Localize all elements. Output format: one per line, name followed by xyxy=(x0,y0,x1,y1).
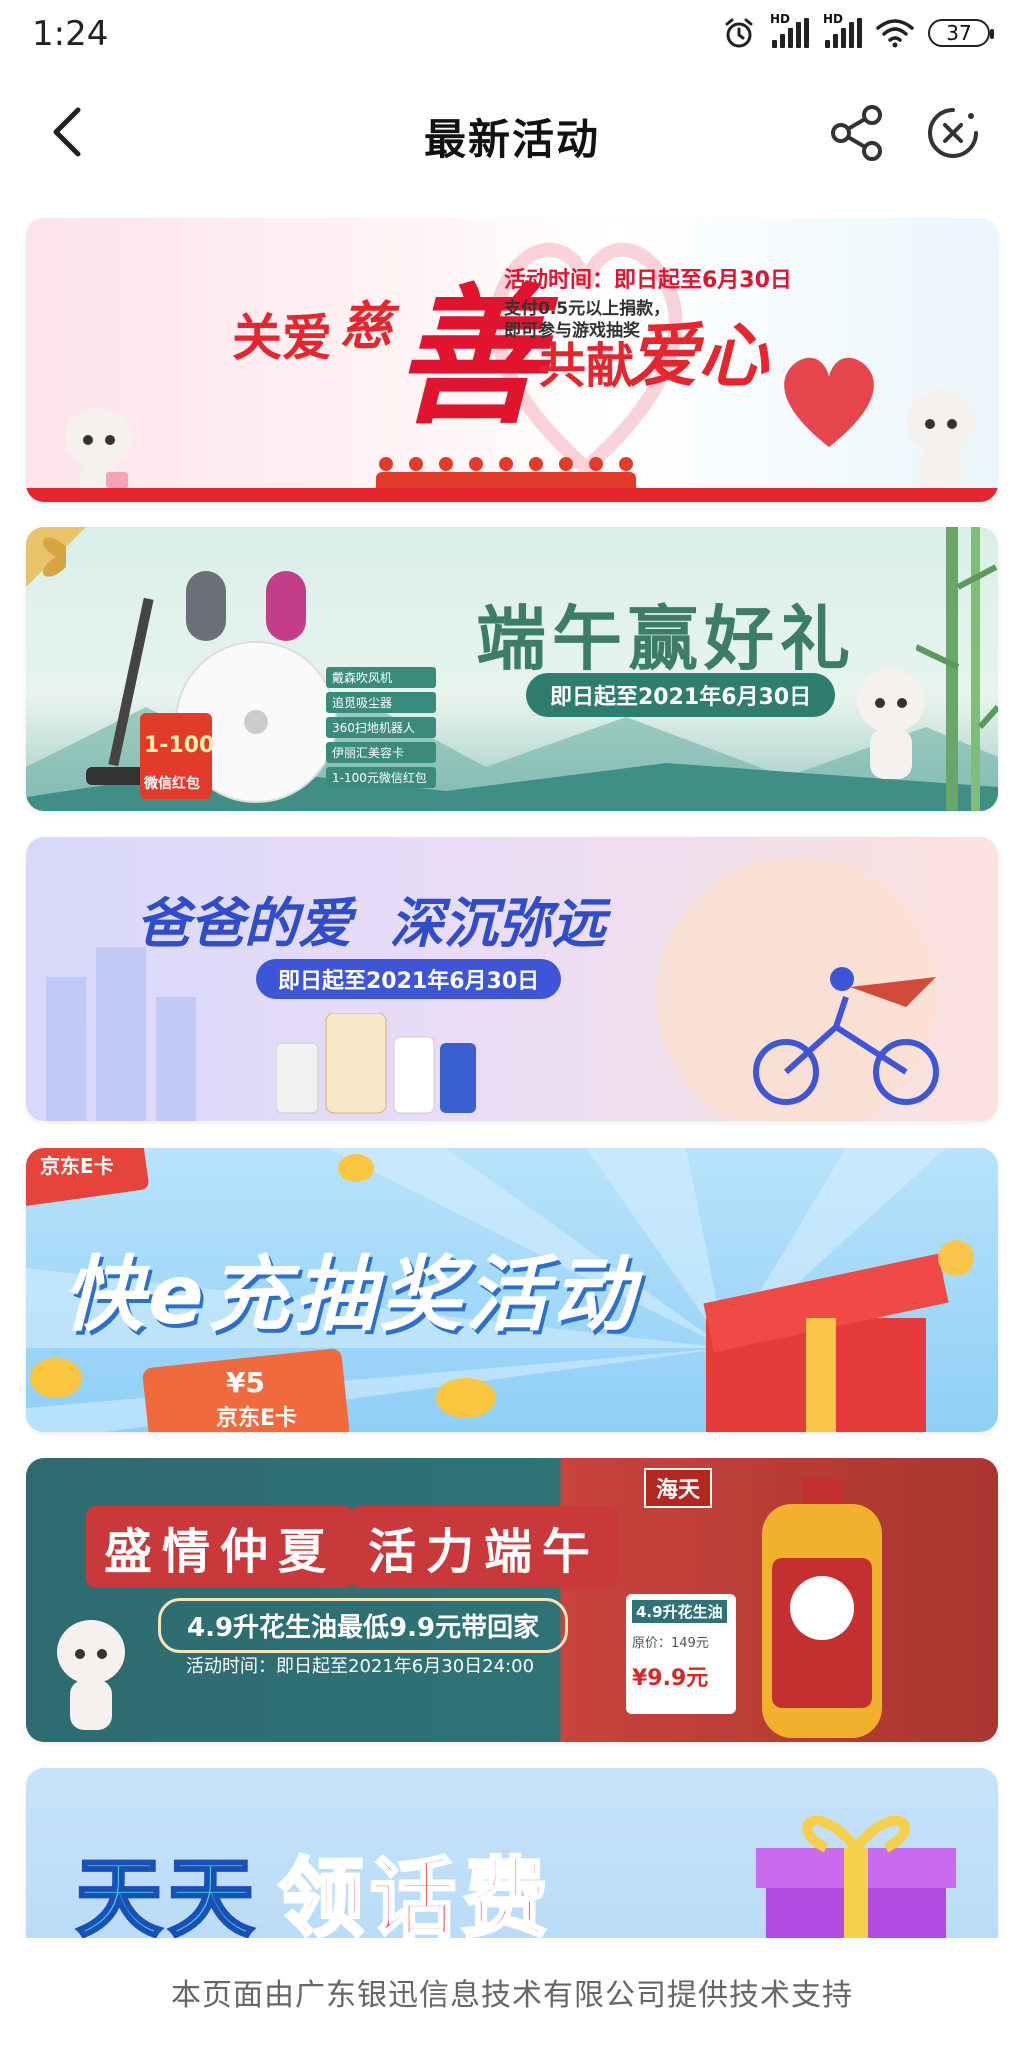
prize-item: 360扫地机器人 xyxy=(326,717,436,738)
phone-credit-title-a: 天天 xyxy=(75,1848,260,1951)
charity-title-mid1: 慈 xyxy=(340,297,393,357)
haitian-time: 活动时间：即日起至2021年6月30日24:00 xyxy=(186,1656,535,1677)
prize-item: 1-100元微信红包 xyxy=(326,767,436,788)
prize-item: 追觅吸尘器 xyxy=(326,692,436,713)
mascot-left xyxy=(57,1620,125,1730)
banner-charity[interactable]: 关爱 慈 善 共献 爱心 活动时间：即日起至6月30日 支付0.5元以上捐款， … xyxy=(26,218,998,502)
peanut-oil-bottle xyxy=(762,1478,882,1738)
prize-item: 戴森吹风机 xyxy=(326,667,436,688)
hd-label-2: HD xyxy=(823,12,844,26)
prize-list: 戴森吹风机 追觅吸尘器 360扫地机器人 伊丽汇美容卡 1-100元微信红包 xyxy=(326,667,436,792)
haitian-subtitle: 4.9升花生油最低9.9元带回家 xyxy=(158,1598,569,1653)
cyclist-silhouette xyxy=(753,967,939,1105)
products-group xyxy=(276,1013,476,1114)
red-packet-label: 微信红包 xyxy=(144,776,200,792)
banner-e-charge-lottery[interactable]: 京东E卡 快e充抽奖活动 ¥5 京东E卡 xyxy=(26,1148,998,1432)
hd-label: HD xyxy=(770,12,791,26)
banner-dragon-boat-gifts[interactable]: 1-100 微信红包 戴森吹风机 追觅吸尘器 360扫地机器人 伊丽汇美容卡 1… xyxy=(26,527,998,811)
alarm-icon xyxy=(725,18,753,48)
close-mini-program-icon[interactable] xyxy=(924,104,982,162)
signal-icon: HD xyxy=(770,12,809,48)
status-time: 1:24 xyxy=(32,14,109,54)
wifi-icon xyxy=(876,19,914,48)
coins-decoration xyxy=(30,1154,496,1418)
charity-date: 活动时间：即日起至6月30日 xyxy=(504,268,792,293)
fathers-day-date: 即日起至2021年6月30日 xyxy=(256,959,562,999)
footer-text: 本页面由广东银迅信息技术有限公司提供技术支持 xyxy=(171,1978,853,2013)
charity-line3: 即可参与游戏抽奖 xyxy=(504,321,640,341)
share-icon[interactable] xyxy=(826,102,888,164)
prize-item: 伊丽汇美容卡 xyxy=(326,742,436,763)
mascot-right xyxy=(907,390,975,494)
status-bar: 1:24 HD HD 37 xyxy=(0,0,1024,72)
fathers-day-title: 爸爸的爱 深沉弥远 xyxy=(136,892,606,955)
nav-bar: 最新活动 xyxy=(0,96,1024,168)
city-buildings-decoration xyxy=(46,947,196,1121)
banner-haitian-oil[interactable]: 盛情仲夏 活力端午 4.9升花生油最低9.9元带回家 活动时间：即日起至2021… xyxy=(26,1458,998,1742)
dragon-boat-title: 端午赢好礼 xyxy=(476,597,856,680)
mascot-megaphone xyxy=(857,669,925,779)
footer: 本页面由广东银迅信息技术有限公司提供技术支持 xyxy=(0,1938,1024,2048)
price-tag-orig: 原价：149元 xyxy=(632,1636,709,1651)
gift-bow-icon xyxy=(26,527,86,587)
signal-icon-2: HD xyxy=(823,12,862,48)
haitian-title-1: 盛情仲夏 xyxy=(86,1506,355,1588)
mascot-left xyxy=(65,408,133,498)
haitian-brand: 海天 xyxy=(644,1468,713,1508)
status-icons: HD HD 37 xyxy=(722,12,994,50)
haitian-title-2: 活力端午 xyxy=(350,1506,619,1588)
banner-bottom-stripe xyxy=(26,488,998,502)
heart-cluster-decoration xyxy=(784,357,874,447)
red-packet-value: 1-100 xyxy=(144,733,215,758)
battery-indicator: 37 xyxy=(928,19,994,47)
price-tag-name: 4.9升花生油 xyxy=(632,1600,727,1623)
dragon-boat-date: 即日起至2021年6月30日 xyxy=(526,673,836,717)
banner-fathers-day[interactable]: 爸爸的爱 深沉弥远 即日起至2021年6月30日 xyxy=(26,837,998,1121)
charity-title-left: 关爱 xyxy=(232,309,332,367)
phone-credit-title-b: 领话费 xyxy=(277,1848,554,1951)
price-tag-price: ¥9.9元 xyxy=(632,1666,709,1691)
